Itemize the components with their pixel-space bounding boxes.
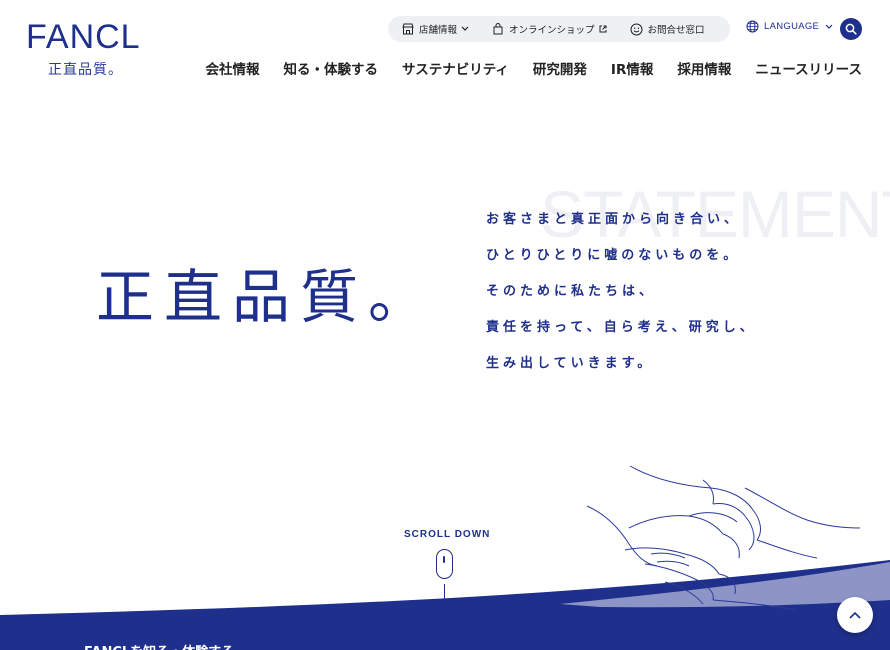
global-nav: 会社情報 知る・体験する サステナビリティ 研究開発 IR情報 採用情報 ニュー…	[182, 58, 863, 78]
nav-item-experience[interactable]: 知る・体験する	[284, 58, 379, 78]
online-shop-link[interactable]: オンラインショップ	[492, 22, 612, 36]
store-icon	[402, 23, 414, 35]
language-selector[interactable]: LANGUAGE	[746, 20, 838, 33]
logo-tagline: 正直品質。	[48, 62, 123, 78]
fancl-logo[interactable]: FANCL 正直品質。	[26, 20, 156, 80]
search-icon	[845, 23, 857, 35]
mouse-icon	[436, 549, 453, 579]
statement-line: ひとりひとりに嘘のないものを。	[486, 248, 741, 263]
nav-item-ir[interactable]: IR情報	[611, 58, 653, 78]
scroll-down-label: SCROLL DOWN	[404, 529, 491, 540]
handshake-illustration	[586, 465, 861, 611]
section-peek-title: FANCLを知る・体験する	[84, 641, 234, 650]
contact-link[interactable]: お問合せ窓口	[630, 22, 705, 36]
globe-icon	[746, 20, 759, 33]
nav-item-news[interactable]: ニュースリリース	[755, 58, 862, 78]
nav-item-recruit[interactable]: 採用情報	[677, 58, 731, 78]
chevron-up-icon	[849, 611, 861, 619]
search-button[interactable]	[840, 18, 862, 40]
contact-label: お問合せ窓口	[647, 25, 705, 36]
chevron-down-icon	[825, 24, 833, 29]
nav-item-company[interactable]: 会社情報	[206, 58, 260, 78]
external-link-icon	[599, 25, 607, 33]
statement-line: お客さまと真正面から向き合い、	[486, 212, 742, 227]
utility-bar: 店舗情報 オンラインショップ お問合せ窓口	[388, 16, 730, 42]
hero-title: 正直品質。	[96, 263, 437, 331]
nav-item-research[interactable]: 研究開発	[533, 58, 587, 78]
store-info-link[interactable]: 店舗情報	[402, 22, 474, 36]
statement-text: お客さまと真正面から向き合い、 ひとりひとりに嘘のないものを。 そのために私たち…	[486, 210, 757, 390]
shopping-bag-icon	[493, 23, 503, 35]
statement-line: そのために私たちは、	[486, 284, 657, 299]
mouse-wheel	[443, 556, 445, 563]
smiley-icon	[630, 23, 643, 35]
logo-wordmark: FANCL	[26, 18, 141, 56]
scroll-line	[444, 584, 445, 628]
online-shop-label: オンラインショップ	[509, 25, 595, 36]
statement-line: 責任を持って、自ら考え、研究し、	[486, 320, 757, 335]
back-to-top-button[interactable]	[837, 597, 873, 633]
chevron-down-icon	[461, 26, 469, 31]
language-label: LANGUAGE	[764, 21, 820, 32]
store-info-label: 店舗情報	[419, 25, 458, 36]
nav-item-sustainability[interactable]: サステナビリティ	[402, 58, 509, 78]
statement-line: 生み出していきます。	[486, 356, 655, 371]
